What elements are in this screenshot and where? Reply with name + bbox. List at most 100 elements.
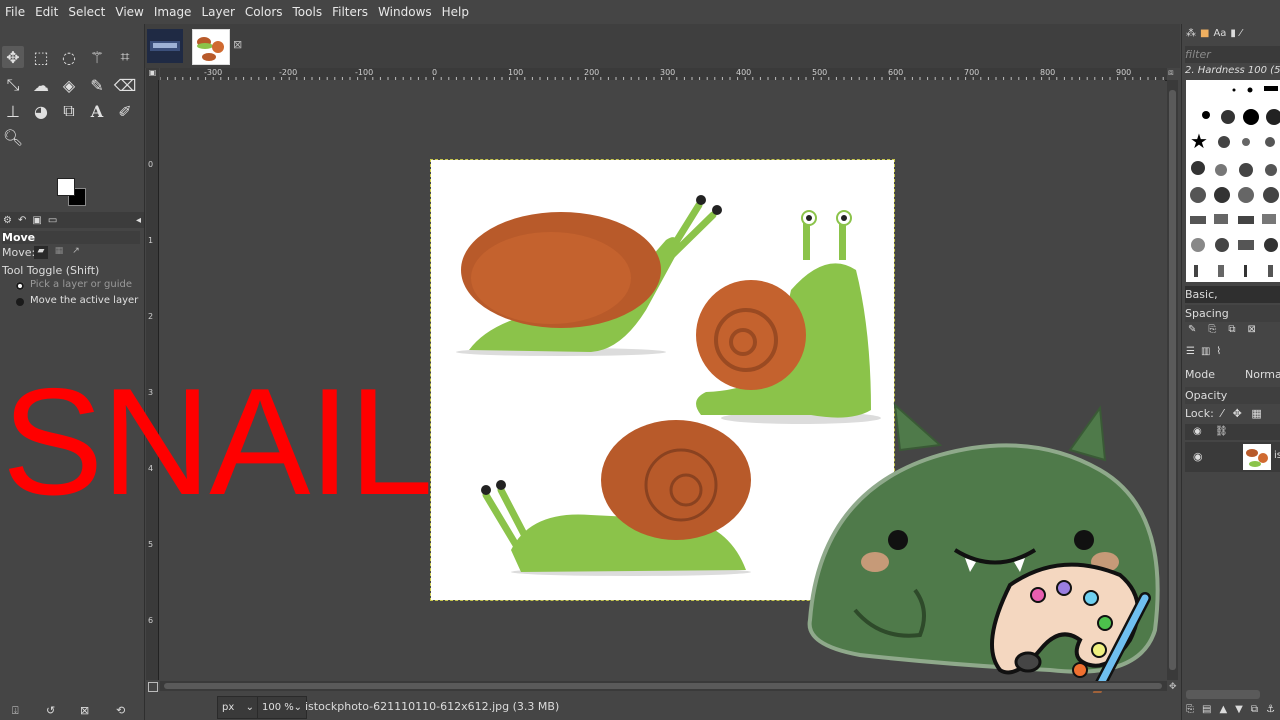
vertical-scrollbar[interactable] [1167,80,1178,680]
smudge-icon[interactable]: ◕ [30,100,52,122]
svg-text:★: ★ [1190,129,1208,153]
brush-grid[interactable]: ★ [1186,80,1280,282]
vertical-scroll-thumb[interactable] [1169,90,1176,670]
warp-icon[interactable]: ☁ [30,74,52,96]
layers-scroll-thumb[interactable] [1186,690,1260,699]
ruler-label: 400 [736,68,752,77]
selected-brush-label: 2. Hardness 100 (51 [1185,65,1280,76]
bucket-fill-icon[interactable]: ◈ [58,74,80,96]
layer-opacity-slider[interactable]: Opacity [1185,387,1280,404]
ruler-label: 600 [888,68,904,77]
lock-alpha-icon[interactable]: ▦ [1251,407,1261,420]
channels-tab-icon[interactable]: ▥ [1201,346,1210,360]
ruler-corner-icon[interactable]: ▣ [146,68,159,80]
zoom-value: 100 % [262,702,294,713]
menu-edit[interactable]: Edit [30,0,63,24]
move-tool-icon[interactable]: ✥ [2,46,24,68]
image-tab-thumbnail-1[interactable] [147,29,183,63]
delete-brush-icon[interactable]: ⊠ [1248,324,1256,338]
edit-brush-icon[interactable]: ✎ [1188,324,1196,338]
duplicate-brush-icon[interactable]: ⧉ [1228,324,1235,338]
transform-icon[interactable]: ⤡ [2,74,24,96]
brush-tag-input[interactable]: Basic, [1185,286,1280,303]
menu-layer[interactable]: Layer [196,0,239,24]
dock-tabs-top: ⁂ ■ Aa ▮ ⁄ [1186,28,1278,40]
lock-position-icon[interactable]: ✥ [1233,407,1242,420]
zoom-follow-icon[interactable]: ⧈ [1168,68,1178,80]
horizontal-scroll-thumb[interactable] [164,683,1162,689]
navigate-icon[interactable]: ✥ [1169,682,1177,692]
color-picker-icon[interactable]: ✐ [114,100,136,122]
images-tab-icon[interactable]: ▣ [32,215,41,226]
fonts-tab-icon[interactable]: Aa [1213,28,1226,40]
menubar: File Edit Select View Image Layer Colors… [0,0,1280,24]
layer-row[interactable]: ◉ is [1185,442,1280,472]
menu-help[interactable]: Help [437,0,474,24]
devices-tab-icon[interactable]: ▭ [48,215,57,226]
fuzzy-select-icon[interactable]: ⚚ [86,46,108,68]
gradients-tab-icon[interactable]: ▮ [1230,28,1236,40]
menu-view[interactable]: View [110,0,148,24]
delete-options-icon[interactable]: ⊠ [80,704,89,717]
menu-windows[interactable]: Windows [373,0,437,24]
pick-layer-radio[interactable] [16,282,24,290]
clone-icon[interactable]: ⊥ [2,100,24,122]
ruler-label: 0 [432,68,438,77]
move-selection-mode-icon[interactable]: ▦ [52,246,66,259]
lower-layer-icon[interactable]: ▼ [1235,704,1243,718]
anchor-layer-icon[interactable]: ⚓︎ [1266,704,1275,718]
layer-thumbnail [1243,444,1271,470]
raise-layer-icon[interactable]: ▲ [1219,704,1227,718]
undo-history-tab-icon[interactable]: ↶ [18,215,26,226]
paths-icon[interactable]: ⧉ [58,100,80,122]
status-bar: px ⌄ 100 % ⌄ istockphoto-621110110-612x6… [145,693,1180,720]
layer-mode-row[interactable]: Mode Normal [1185,366,1280,383]
tool-toggle-label: Tool Toggle (Shift) [2,264,100,277]
image-tab-thumbnail-2[interactable] [192,29,230,65]
menu-file[interactable]: File [0,0,30,24]
brush-filter-input[interactable]: filter [1185,46,1280,63]
new-layer-icon[interactable]: ⎘ [1186,704,1194,718]
move-layer-mode-icon[interactable]: ▰ [34,246,48,259]
crop-icon[interactable]: ⌗ [114,46,136,68]
layers-tab-icon[interactable]: ☰ [1186,346,1195,360]
right-dock: ⁂ ■ Aa ▮ ⁄ filter 2. Hardness 100 (51 ★ … [1181,24,1280,720]
foreground-color[interactable] [57,178,75,196]
layer-lock-row: Lock: ⁄ ✥ ▦ [1185,405,1280,422]
horizontal-scrollbar[interactable] [160,681,1167,691]
paths-tab-icon[interactable]: ⌇ [1216,346,1221,360]
dynamics-tab-icon[interactable]: ⁄ [1240,28,1242,40]
text-tool-icon[interactable]: A [86,100,108,122]
eraser-icon[interactable]: ⌫ [114,74,137,96]
brushes-tab-icon[interactable]: ⁂ [1186,28,1196,40]
unit-select[interactable]: px ⌄ [217,696,259,719]
save-options-icon[interactable]: ⍗ [12,704,19,718]
restore-options-icon[interactable]: ↺ [46,704,55,717]
zoom-select[interactable]: 100 % ⌄ [257,696,307,719]
menu-image[interactable]: Image [149,0,197,24]
new-group-icon[interactable]: ▤ [1202,704,1211,718]
tool-options-tab-icon[interactable]: ⚙ [3,215,12,226]
paintbrush-icon[interactable]: ✎ [86,74,108,96]
patterns-tab-icon[interactable]: ■ [1200,28,1209,40]
close-tab-icon[interactable]: ⊠ [233,38,242,51]
panel-menu-icon[interactable]: ◂ [136,215,141,226]
zoom-icon[interactable]: 🔍︎ [2,126,24,148]
quick-mask-icon[interactable] [148,682,158,692]
move-active-radio[interactable] [16,298,24,306]
brush-spacing-slider[interactable]: Spacing [1185,305,1280,322]
menu-filters[interactable]: Filters [327,0,373,24]
lasso-icon[interactable]: ◌ [58,46,80,68]
reset-options-icon[interactable]: ⟲ [116,704,125,717]
duplicate-layer-icon[interactable]: ⧉ [1251,704,1258,718]
chain-header-icon: ⛓︎ [1215,426,1228,437]
lock-pixels-icon[interactable]: ⁄ [1221,407,1223,420]
menu-tools[interactable]: Tools [288,0,328,24]
layer-mode-value: Normal [1245,368,1280,381]
new-brush-icon[interactable]: ⎘ [1208,324,1216,338]
move-path-mode-icon[interactable]: ↗ [69,246,83,259]
menu-select[interactable]: Select [63,0,110,24]
rect-select-icon[interactable]: ⬚ [30,46,52,68]
menu-colors[interactable]: Colors [240,0,288,24]
eye-icon[interactable]: ◉ [1193,450,1203,463]
